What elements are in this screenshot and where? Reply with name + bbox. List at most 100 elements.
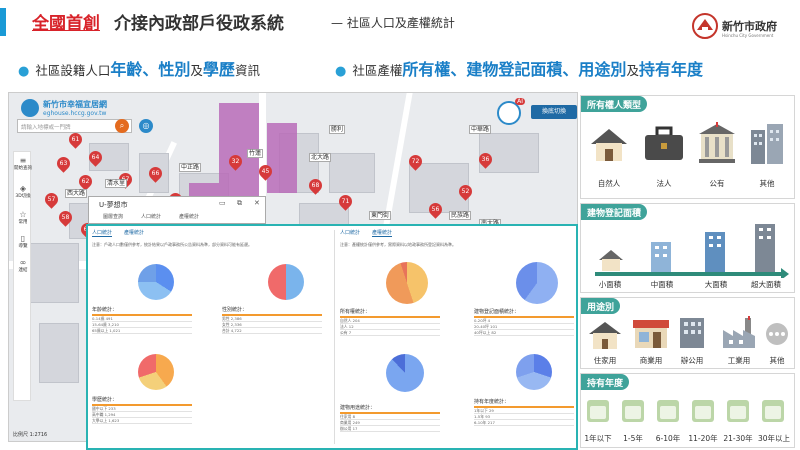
city-name: 新竹市政府 [722,20,777,33]
sidebar-link[interactable]: ∞ 連結 [14,258,32,273]
header-accent-bar [0,8,6,36]
page-subtitle: — 社區人口及產權統計 [331,16,455,30]
star-icon: ☆ [19,210,27,219]
holding-years-card: 持有年度 1年以下 1-5年 6-10年 11-20年 21-30年 30年以上 [580,373,795,448]
bullet-sep: 、 [142,60,159,79]
property-note: 注意：產權統計僅供參考，實際資料以地政事務所登記資料為準。 [340,242,456,247]
map-marker[interactable]: 36 [476,150,495,169]
education-stat: 學歷統計： 國中以下 233 高中職 1,294 大學以上 1,623 [92,396,192,424]
stat-row: 6-10年 217 [474,420,574,426]
tab-population[interactable]: 人口統計 [340,230,360,236]
map-marker[interactable]: 72 [406,152,425,171]
owner-natural-person: 自然人 [597,179,621,188]
ai-assistant-button[interactable]: AI [497,98,525,125]
owner-other: 其他 [759,179,775,188]
calendar-icon [622,400,644,422]
map-place-label: 東門街 [369,211,392,220]
sidebar-label: 3D切換 [15,194,31,199]
map-marker[interactable]: 62 [76,172,95,191]
locate-icon[interactable]: ◎ [139,119,153,133]
stats-panel: 人口統計 產權統計 注意：戶政人口數僅供參考，統計結果以戶政事務所公告資料為準，部… [86,224,578,450]
card-label: 所有權人類型 [581,96,648,112]
bullet-keyword: 性別 [158,60,191,79]
sidebar-3d[interactable]: ◈ 3D切換 [14,184,32,199]
use-office: 辦公用 [680,356,704,365]
link-icon: ∞ [19,258,27,267]
map-marker[interactable]: 58 [56,208,75,227]
map-marker[interactable]: 64 [86,148,105,167]
map-scale: 比例尺 1:2716 [13,432,48,438]
owner-legal-person: 法人 [656,179,672,188]
bullet-dot-icon: ● [335,64,347,79]
age-pie [138,264,174,300]
tab-property[interactable]: 產權統計 [372,230,393,237]
map-marker[interactable]: 71 [336,192,355,211]
sidebar-label: 導覽 [18,244,28,249]
window-close-icon[interactable]: ✕ [254,199,260,207]
site-logo-icon [21,99,39,117]
tab-property[interactable]: 產權統計 [124,230,144,236]
city-logo-icon [692,13,718,39]
stat-title: 學歷統計： [92,396,192,406]
search-icon[interactable]: ⌕ [115,119,129,133]
map-sidebar: ≡ 開始查詢 ◈ 3D切換 ☆ 常用 ▯ 導覽 ∞ 連結 [13,151,32,401]
site-name: 新竹市幸福宜居網 [43,100,107,109]
stat-row: 65歲以上 1,021 [92,328,192,334]
government-building-icon [699,122,735,163]
bullet-property: ● 社區產權所有權、建物登記面積、用途別及持有年度 [335,56,703,80]
sidebar-guide[interactable]: ▯ 導覽 [14,234,32,249]
sidebar-menu[interactable]: ≡ 開始查詢 [14,156,32,171]
site-logo[interactable]: 新竹市幸福宜居網 eghouse.hccg.gov.tw [21,99,141,119]
bullet-keyword: 學歷 [202,60,235,79]
cube-icon: ◈ [19,184,27,193]
panel-divider [334,230,335,444]
bullet-sep: 、 [450,60,467,79]
usage-card: 用途別 住家用 商業用 辦公用 工業用 其他 [580,297,795,369]
map-marker-label: 64 [91,154,100,161]
menu-icon: ≡ [19,156,27,165]
window-tab[interactable]: 產權統計 [179,213,199,220]
stat-title: 持有年度統計： [474,398,574,408]
card-label: 用途別 [581,298,621,314]
window-restore-icon[interactable]: ⧉ [237,199,242,208]
basemap-switch-button[interactable]: 換底切換 [531,105,577,119]
title-highlight: 全國首創 [32,14,100,34]
sidebar-label: 連結 [18,268,28,273]
bullet-text: 及 [626,63,639,78]
card-label: 建物登記面積 [581,204,648,220]
window-minimize-icon[interactable]: ▭ [219,199,226,207]
bullet-text: 及 [190,63,203,78]
map-marker-label: 36 [481,156,490,163]
map-marker-label: 62 [81,178,90,185]
home-use-icon [589,322,621,349]
map-place-label: 中正路 [179,163,202,172]
window-tab[interactable]: 圖層查詢 [103,213,123,220]
map-marker[interactable]: 66 [146,164,165,183]
sidebar-favorite[interactable]: ☆ 常用 [14,210,32,225]
area-medium: 中面積 [650,280,674,289]
window-tab[interactable]: 人口統計 [141,213,161,220]
tab-population[interactable]: 人口統計 [92,230,113,237]
map-marker-label: 66 [151,170,160,177]
map-marker[interactable]: 56 [426,200,445,219]
map-marker[interactable]: 57 [42,190,61,209]
use-other: 其他 [769,356,785,365]
site-url: eghouse.hccg.gov.tw [43,110,107,117]
card-label: 持有年度 [581,374,630,390]
map-place-label: 勝利 [329,125,346,134]
map-marker-label: 32 [231,158,240,165]
owner-stat: 所有權統計： 自然人 204 法人 12 公有 7 [340,308,440,336]
use-stat: 建物用途統計： 住家用 8 商業用 249 辦公用 17 [340,404,440,432]
map-marker[interactable]: 61 [66,130,85,149]
population-stats: 人口統計 產權統計 注意：戶政人口數僅供參考，統計結果以戶政事務所公告資料為準，部… [88,226,332,448]
map-marker[interactable]: 52 [456,182,475,201]
map-place-label: 民族路 [449,211,472,220]
map-marker[interactable]: 45 [256,162,275,181]
stat-row: 大學以上 1,623 [92,418,192,424]
map-marker[interactable]: 68 [306,176,325,195]
ai-badge: AI [515,98,525,105]
bullet-keyword: 年齡 [110,60,143,79]
map-marker[interactable]: 32 [226,152,245,171]
map-marker-label: 57 [47,196,56,203]
map-marker[interactable]: 63 [54,154,73,173]
